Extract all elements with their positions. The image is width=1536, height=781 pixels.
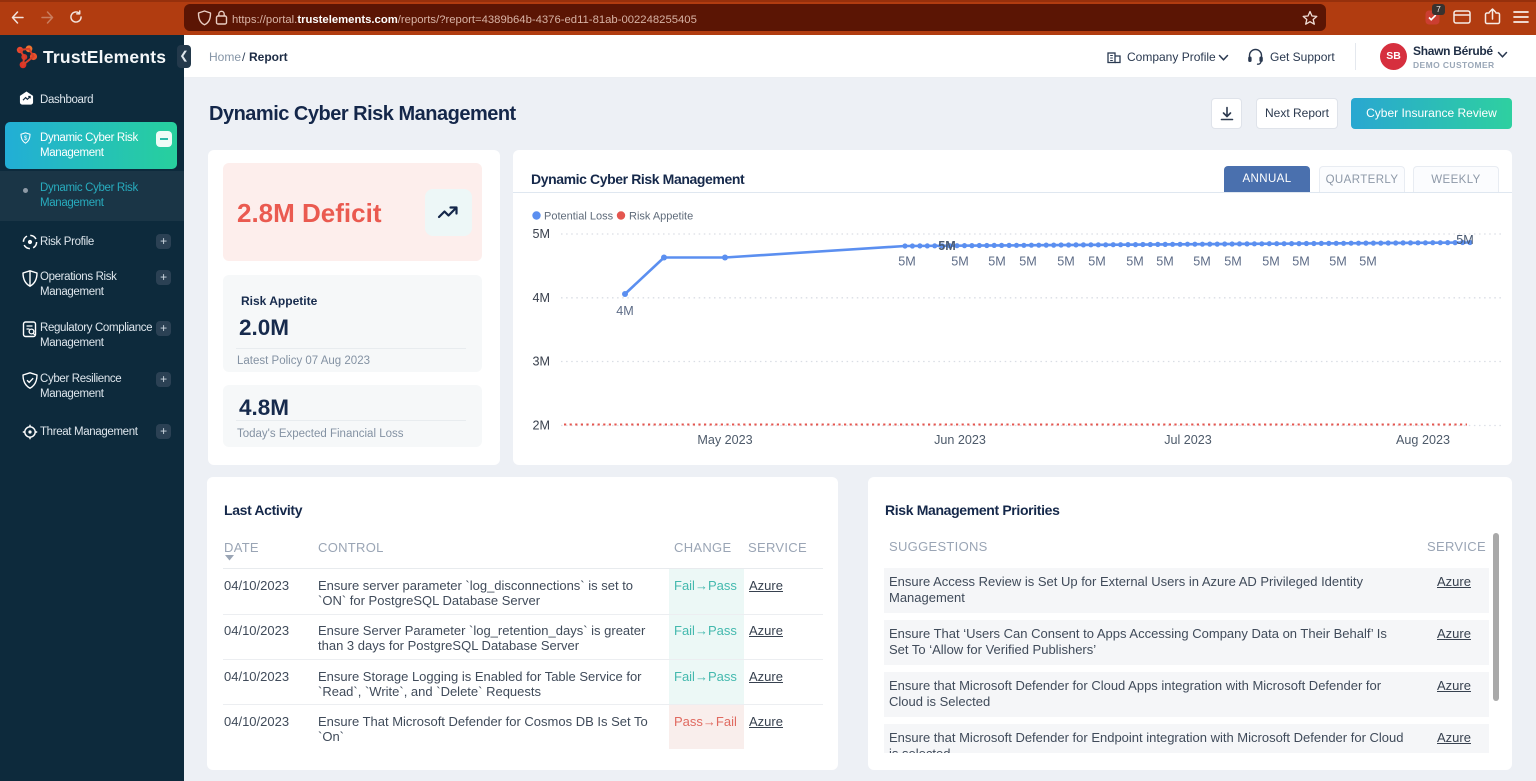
svg-text:5M: 5M (1019, 255, 1037, 269)
svg-text:2M: 2M (533, 419, 551, 433)
svg-text:5M: 5M (988, 255, 1006, 269)
svg-text:5M: 5M (898, 255, 916, 269)
svg-text:Risk Appetite: Risk Appetite (629, 211, 693, 223)
svg-text:5M: 5M (1088, 255, 1106, 269)
svg-text:Aug 2023: Aug 2023 (1396, 433, 1450, 447)
svg-text:$: $ (24, 135, 28, 142)
svg-text:5M: 5M (1262, 255, 1280, 269)
svg-text:5M: 5M (1292, 255, 1310, 269)
svg-text:4M: 4M (616, 304, 634, 318)
svg-text:5M: 5M (1057, 255, 1075, 269)
svg-text:5M: 5M (938, 239, 956, 253)
svg-text:5M: 5M (1126, 255, 1144, 269)
svg-text:5M: 5M (951, 255, 969, 269)
svg-text:May 2023: May 2023 (697, 433, 752, 447)
svg-text:5M: 5M (533, 227, 551, 241)
svg-text:5M: 5M (1359, 255, 1377, 269)
svg-text:5M: 5M (1156, 255, 1174, 269)
svg-text:4M: 4M (533, 291, 551, 305)
svg-text:Jun 2023: Jun 2023 (934, 433, 986, 447)
svg-text:5M: 5M (1224, 255, 1242, 269)
svg-text:5M: 5M (1456, 233, 1474, 247)
svg-text:3M: 3M (533, 355, 551, 369)
svg-text:Jul 2023: Jul 2023 (1164, 433, 1212, 447)
svg-text:5M: 5M (1193, 255, 1211, 269)
svg-text:Potential Loss: Potential Loss (544, 211, 614, 223)
svg-text:5M: 5M (1329, 255, 1347, 269)
